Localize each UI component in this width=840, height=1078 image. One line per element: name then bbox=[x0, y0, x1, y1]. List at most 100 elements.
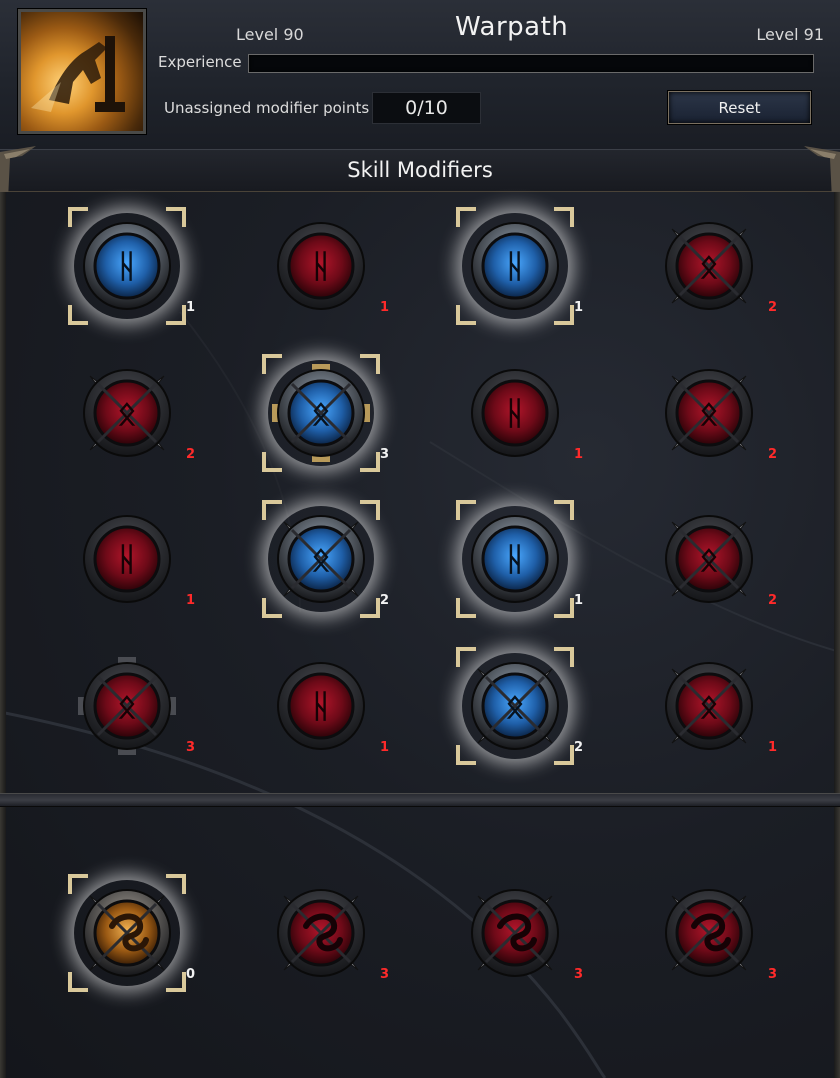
modifier-node-bottom-3[interactable]: 3 bbox=[456, 874, 583, 992]
modifier-point-count: 2 bbox=[768, 447, 778, 462]
selection-frame-corner bbox=[262, 500, 282, 520]
unassigned-points-value: 0/10 bbox=[372, 92, 481, 124]
modifier-point-count: 1 bbox=[574, 300, 584, 315]
modifier-node-r2c4[interactable]: ᛟ2 bbox=[650, 354, 777, 472]
modifier-point-count: 1 bbox=[380, 740, 390, 755]
selection-frame-corner bbox=[360, 500, 380, 520]
modifier-gem-icon: ᛟ bbox=[665, 662, 753, 750]
modifier-node-r1c4[interactable]: ᛟ2 bbox=[650, 207, 777, 325]
skill-header: Level 90 Warpath Level 91 Experience Una… bbox=[0, 0, 840, 150]
modifier-node-r4c3[interactable]: ᛟ2 bbox=[456, 647, 583, 765]
section-title: Skill Modifiers bbox=[347, 158, 493, 182]
experience-bar bbox=[248, 54, 814, 73]
selection-frame-corner bbox=[554, 647, 574, 667]
selection-frame-corner bbox=[456, 598, 476, 618]
skill-portrait-icon bbox=[18, 9, 146, 134]
current-level-label: Level 90 bbox=[236, 25, 304, 44]
selection-frame-corner bbox=[68, 874, 88, 894]
modifier-point-count: 1 bbox=[186, 593, 196, 608]
panel-edge-left bbox=[0, 192, 6, 1078]
modifier-node-r2c1[interactable]: ᛟ2 bbox=[68, 354, 195, 472]
selection-frame-corner bbox=[68, 305, 88, 325]
modifier-gem-icon: ᛟ bbox=[665, 222, 753, 310]
modifier-gem-icon: ᚺ bbox=[471, 369, 559, 457]
selection-frame-corner bbox=[262, 598, 282, 618]
modifier-point-count: 2 bbox=[574, 740, 584, 755]
rune-glyph: ᛟ bbox=[699, 394, 718, 432]
rune-glyph: ᚺ bbox=[117, 247, 136, 285]
modifier-point-count: 2 bbox=[768, 593, 778, 608]
modifier-gem-icon: ᛟ bbox=[83, 369, 171, 457]
modifier-point-count: 1 bbox=[574, 593, 584, 608]
modifier-node-r2c2[interactable]: ᛟ3 bbox=[262, 354, 389, 472]
panel-edge-right bbox=[834, 192, 840, 1078]
modifier-node-bottom-1[interactable]: 0 bbox=[68, 874, 195, 992]
modifier-node-r4c1[interactable]: ᛟ3 bbox=[68, 647, 195, 765]
rune-glyph: ᚺ bbox=[311, 247, 330, 285]
selection-frame-corner bbox=[554, 207, 574, 227]
selection-frame-corner bbox=[166, 972, 186, 992]
rune-glyph: ᚺ bbox=[505, 394, 524, 432]
modifier-node-r1c3[interactable]: ᚺ1 bbox=[456, 207, 583, 325]
rune-glyph: ᛟ bbox=[699, 687, 718, 725]
modifier-point-count: 1 bbox=[380, 300, 390, 315]
panel-divider bbox=[0, 793, 840, 807]
section-banner: Skill Modifiers bbox=[0, 150, 840, 192]
rune-glyph: ᚺ bbox=[505, 247, 524, 285]
rune-glyph: ᛟ bbox=[311, 540, 330, 578]
modifier-point-count: 3 bbox=[768, 967, 778, 982]
modifier-point-count: 2 bbox=[380, 593, 390, 608]
modifier-node-r1c2[interactable]: ᚺ1 bbox=[262, 207, 389, 325]
modifier-node-r1c1[interactable]: ᚺ1 bbox=[68, 207, 195, 325]
selection-frame-corner bbox=[166, 874, 186, 894]
experience-label: Experience bbox=[158, 53, 242, 71]
selection-frame-corner bbox=[554, 500, 574, 520]
modifier-gem-icon: ᛟ bbox=[78, 657, 176, 755]
modifier-node-bottom-4[interactable]: 3 bbox=[650, 874, 777, 992]
next-level-label: Level 91 bbox=[756, 25, 824, 44]
modifier-gem-icon: ᛟ bbox=[665, 369, 753, 457]
modifier-node-bottom-2[interactable]: 3 bbox=[262, 874, 389, 992]
selection-frame-corner bbox=[456, 647, 476, 667]
rune-glyph: ᛟ bbox=[505, 687, 524, 725]
selection-frame-corner bbox=[554, 598, 574, 618]
selection-frame-corner bbox=[360, 452, 380, 472]
modifier-point-count: 0 bbox=[186, 967, 196, 982]
rune-glyph: ᚺ bbox=[505, 540, 524, 578]
selection-frame-corner bbox=[554, 305, 574, 325]
modifier-node-r3c4[interactable]: ᛟ2 bbox=[650, 500, 777, 618]
rune-glyph: ᛟ bbox=[117, 687, 136, 725]
modifier-gem-icon: ᚺ bbox=[277, 222, 365, 310]
selection-frame-corner bbox=[456, 305, 476, 325]
rune-glyph: ᛟ bbox=[311, 394, 330, 432]
modifier-node-r2c3[interactable]: ᚺ1 bbox=[456, 354, 583, 472]
modifier-node-r4c4[interactable]: ᛟ1 bbox=[650, 647, 777, 765]
modifier-node-r3c2[interactable]: ᛟ2 bbox=[262, 500, 389, 618]
skill-title: Warpath bbox=[455, 12, 569, 42]
modifier-point-count: 1 bbox=[574, 447, 584, 462]
modifier-point-count: 3 bbox=[186, 740, 196, 755]
rune-glyph: ᚺ bbox=[117, 540, 136, 578]
modifier-node-r4c2[interactable]: ᚺ1 bbox=[262, 647, 389, 765]
reset-button[interactable]: Reset bbox=[667, 90, 812, 125]
modifier-point-count: 2 bbox=[186, 447, 196, 462]
selection-frame-corner bbox=[360, 354, 380, 374]
rune-glyph: ᛟ bbox=[117, 394, 136, 432]
modifier-point-count: 3 bbox=[380, 967, 390, 982]
modifier-point-count: 1 bbox=[186, 300, 196, 315]
selection-frame-corner bbox=[166, 207, 186, 227]
modifier-point-count: 1 bbox=[768, 740, 778, 755]
selection-frame-corner bbox=[360, 598, 380, 618]
modifier-node-r3c1[interactable]: ᚺ1 bbox=[68, 500, 195, 618]
selection-frame-corner bbox=[456, 500, 476, 520]
selection-frame-corner bbox=[262, 452, 282, 472]
modifier-node-r3c3[interactable]: ᚺ1 bbox=[456, 500, 583, 618]
rune-glyph: ᛟ bbox=[699, 540, 718, 578]
selection-frame-corner bbox=[262, 354, 282, 374]
selection-frame-corner bbox=[68, 972, 88, 992]
rune-glyph: ᚺ bbox=[311, 687, 330, 725]
modifier-gem-icon: ᚺ bbox=[277, 662, 365, 750]
selection-frame-corner bbox=[456, 207, 476, 227]
modifier-gem-icon: ᛟ bbox=[665, 515, 753, 603]
selection-frame-corner bbox=[456, 745, 476, 765]
